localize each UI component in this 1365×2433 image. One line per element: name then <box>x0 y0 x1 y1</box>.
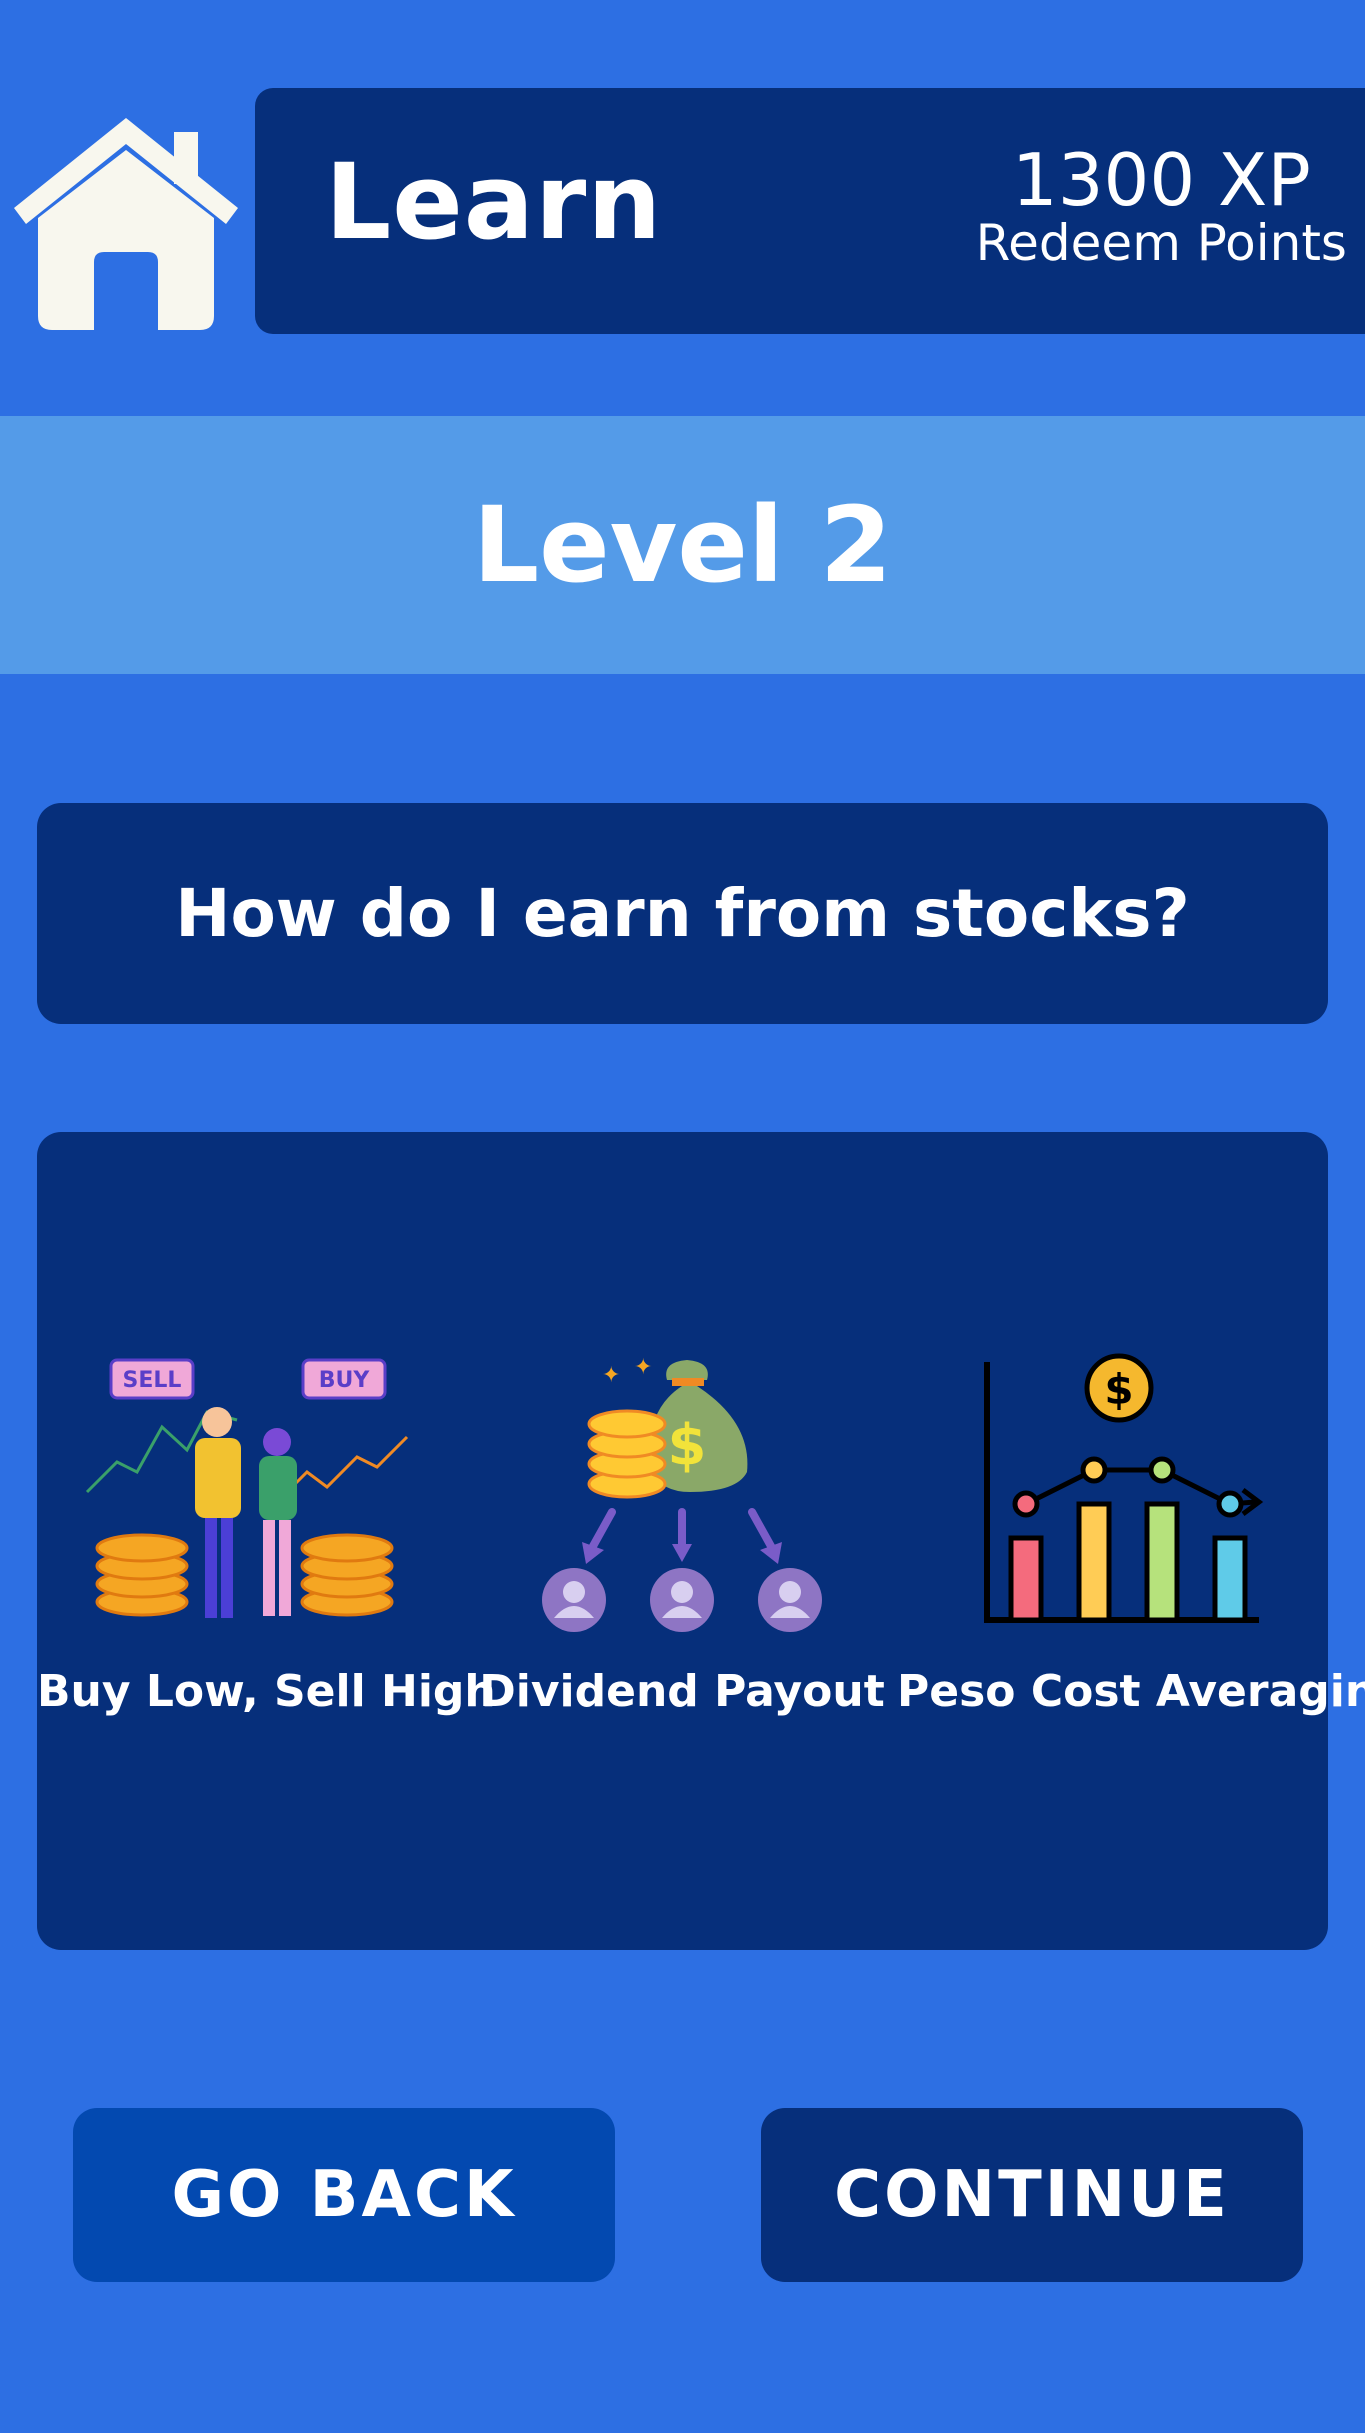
bar-chart-illustration: $ <box>984 1353 1264 1623</box>
page-title: Learn <box>325 141 663 263</box>
svg-text:✦: ✦ <box>634 1355 652 1380</box>
buy-tag: BUY <box>319 1368 371 1393</box>
xp-panel: 1300 XP Redeem Points <box>976 144 1347 268</box>
dollar-symbol: $ <box>668 1413 707 1478</box>
dollar-symbol: $ <box>1104 1365 1133 1414</box>
xp-value: 1300 XP <box>1011 138 1311 222</box>
go-back-button[interactable]: GO BACK <box>73 2108 615 2282</box>
topic-card-dividend-payout[interactable]: ✦ ✦ $ Dividend Payout <box>472 1352 892 1717</box>
topic-label: Dividend Payout <box>479 1666 885 1717</box>
dividend-illustration: ✦ ✦ $ <box>542 1355 822 1632</box>
level-title: Level 2 <box>472 484 893 606</box>
topics-panel: SELL BUY Buy Low, Sell High ✦ ✦ $ Divide… <box>37 1132 1365 1950</box>
redeem-points-link[interactable]: Redeem Points <box>976 218 1347 268</box>
buy-sell-illustration: SELL BUY <box>85 1358 409 1618</box>
topic-label: Peso Cost Averaging <box>897 1666 1365 1717</box>
topic-card-buy-low-sell-high[interactable]: SELL BUY Buy Low, Sell High <box>37 1352 496 1717</box>
home-icon <box>14 118 238 330</box>
question-card: How do I earn from stocks? <box>37 803 1328 1024</box>
sell-tag: SELL <box>123 1368 182 1393</box>
continue-button[interactable]: CONTINUE <box>761 2108 1303 2282</box>
svg-text:✦: ✦ <box>602 1363 620 1388</box>
header-bar: Learn 1300 XP Redeem Points <box>255 88 1365 334</box>
home-button[interactable] <box>8 112 244 334</box>
topic-label: Buy Low, Sell High <box>37 1666 496 1717</box>
level-banner: Level 2 <box>0 416 1365 674</box>
topic-card-peso-cost-averaging[interactable]: $ Peso Cost Averaging <box>897 1352 1365 1717</box>
